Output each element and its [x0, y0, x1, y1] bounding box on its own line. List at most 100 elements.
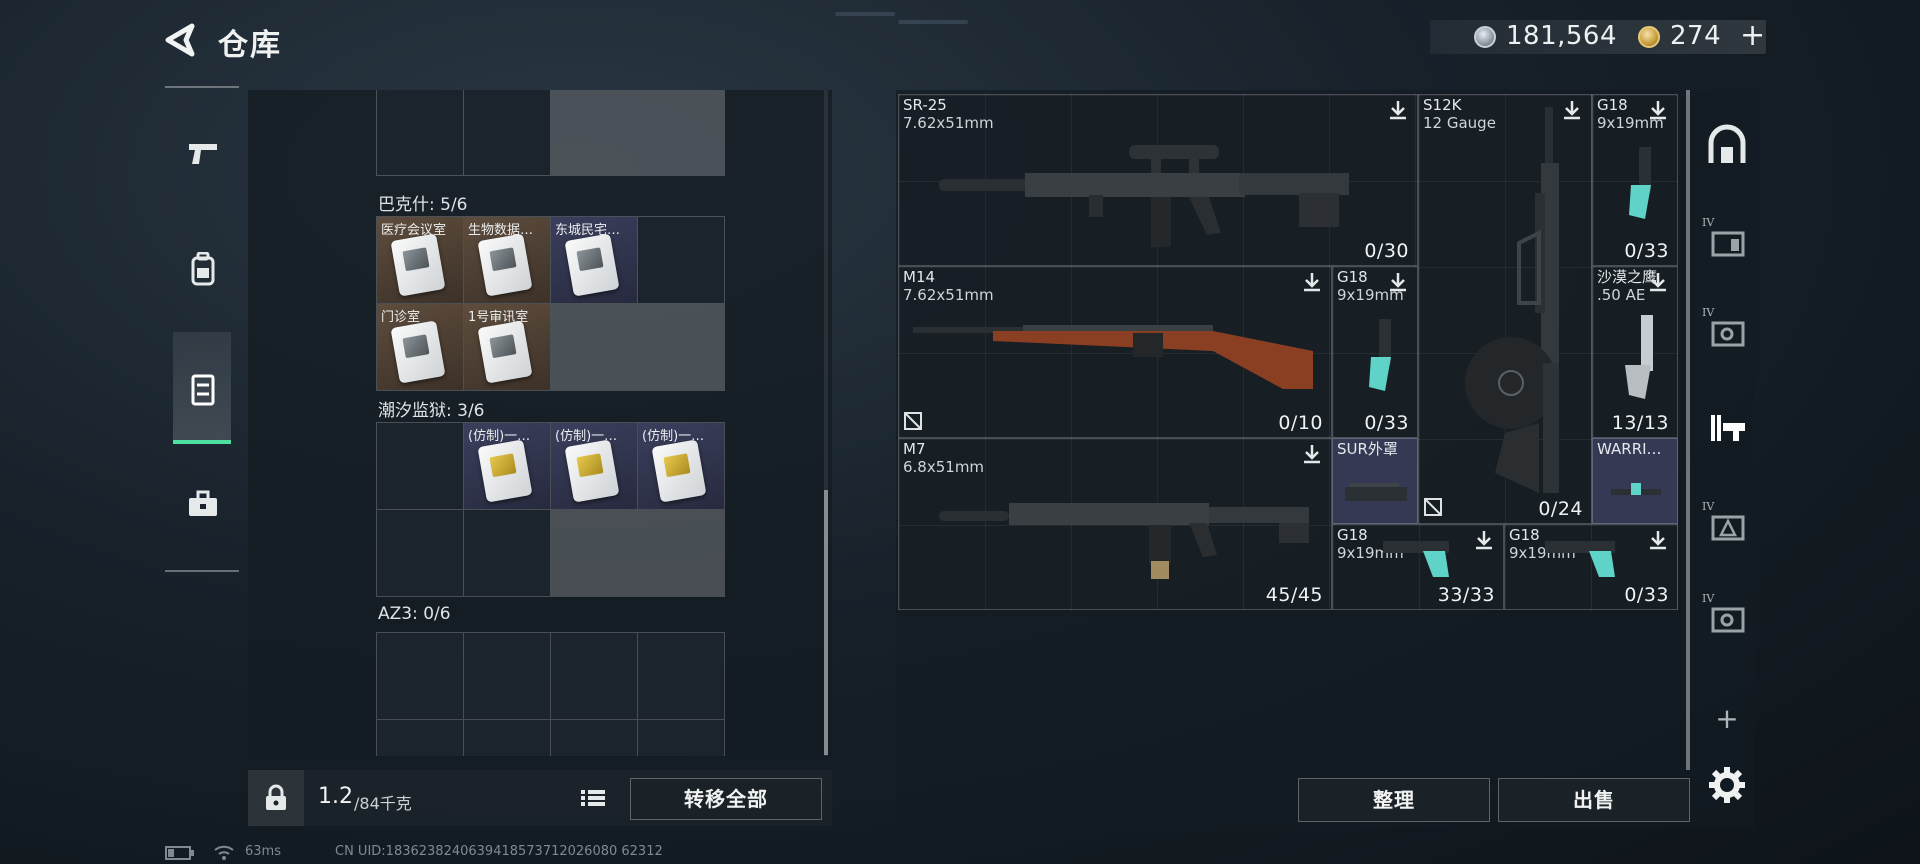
toolbox-icon [189, 490, 217, 516]
weapon-name: G18 [1337, 268, 1368, 286]
empty-slot[interactable] [638, 720, 724, 756]
sr25-rifle-image [939, 145, 1349, 247]
weapon-caliber: 7.62x51mm [903, 286, 994, 304]
weapon-name: M14 [903, 268, 936, 286]
keycard-icon [564, 439, 620, 503]
s12k-shotgun-image [1465, 107, 1559, 493]
attachment-name: WARRI… [1597, 440, 1662, 458]
weapon-slot-desert-eagle[interactable]: 沙漠之鹰 .50 AE 13/13 [1592, 266, 1678, 438]
add-currency-button[interactable]: + [1740, 18, 1765, 53]
weapon-slot-g18[interactable]: G18 9x19mm 33/33 [1332, 524, 1504, 610]
keycard-slot[interactable]: 生物数据… [464, 217, 550, 303]
weapon-slot-m7[interactable]: M7 6.8x51mm 45/45 [898, 438, 1332, 610]
user-uid: CN UID:1836238240639418573712026080 6231… [335, 844, 663, 859]
gear-icon [1709, 767, 1745, 803]
attachment-slot-warrior[interactable]: WARRI… [1592, 438, 1678, 524]
weapon-slot-s12k[interactable]: S12K 12 Gauge 0/24 [1418, 94, 1592, 524]
download-icon[interactable] [1647, 529, 1669, 551]
empty-slot[interactable] [464, 90, 550, 175]
keycard-slot[interactable]: (仿制)一… [551, 423, 637, 509]
top-header: 仓库 181,564 274 + [0, 0, 1920, 80]
tab-expansion-4[interactable]: IV [1700, 590, 1754, 644]
attachment-image [1611, 483, 1661, 495]
attachment-name: SUR外罩 [1337, 440, 1398, 458]
key-grid [376, 632, 725, 756]
weapon-slot-g18[interactable]: G18 9x19mm 0/33 [1332, 266, 1418, 438]
weapon-slot-sr25[interactable]: SR-25 7.62x51mm 0/30 [898, 94, 1418, 266]
weapon-slot-g18[interactable]: G18 9x19mm 0/33 [1592, 94, 1678, 266]
backpack-scrollbar[interactable] [1686, 90, 1690, 770]
download-icon[interactable] [1473, 529, 1495, 551]
no-mod-icon [904, 412, 922, 430]
safe-icon [1711, 607, 1745, 633]
download-icon[interactable] [1647, 99, 1669, 121]
lock-button[interactable] [248, 770, 304, 826]
empty-slot[interactable] [464, 720, 550, 756]
weapon-slot-g18[interactable]: G18 9x19mm 0/33 [1504, 524, 1678, 610]
category-storage[interactable] [173, 332, 231, 444]
weapon-ammo: 45/45 [1265, 584, 1323, 606]
keycard-slot[interactable]: 门诊室 [377, 304, 463, 390]
m7-rifle-image [939, 503, 1309, 579]
download-icon[interactable] [1301, 271, 1323, 293]
empty-slot[interactable] [464, 510, 550, 596]
storage-scroll-area[interactable]: 巴克什: 5/6 医疗会议室 生物数据… 东城民宅… 门诊室 1号审讯室 潮汐监… [248, 90, 832, 756]
keycard-slot[interactable]: 医疗会议室 [377, 217, 463, 303]
download-icon[interactable] [1301, 443, 1323, 465]
category-toolbox[interactable] [173, 450, 231, 562]
empty-slot[interactable] [377, 423, 463, 509]
g18-pistol-image [1383, 541, 1449, 577]
tab-expansion-2[interactable]: IV [1700, 304, 1754, 358]
empty-slot[interactable] [377, 90, 463, 175]
tab-expansion-3[interactable]: IV [1700, 498, 1754, 552]
page-title: 仓库 [218, 28, 282, 63]
backpack-panel: SR-25 7.62x51mm 0/30 S12K 12 Gauge 0/24 … [896, 90, 1754, 828]
category-firearms[interactable] [173, 98, 231, 210]
keycard-slot[interactable]: (仿制)一… [464, 423, 550, 509]
section-title: AZ3: 0/6 [378, 604, 451, 624]
ping-value: 63ms [245, 844, 281, 859]
storage-scrollbar-thumb[interactable] [824, 490, 828, 755]
settings-button[interactable] [1700, 758, 1754, 812]
storage-grid-partial [376, 90, 725, 176]
add-tab-button[interactable]: + [1700, 692, 1754, 746]
download-icon[interactable] [1387, 99, 1409, 121]
currency-bar: 181,564 274 + [1430, 18, 1766, 54]
empty-slot[interactable] [464, 633, 550, 719]
empty-slot[interactable] [551, 720, 637, 756]
keycard-icon [477, 320, 533, 384]
keycard-slot[interactable]: 东城民宅… [551, 217, 637, 303]
weapon-name: G18 [1597, 96, 1628, 114]
tab-main-storage[interactable] [1700, 118, 1754, 172]
g18-pistol-image [1545, 541, 1615, 577]
tab-expansion-1[interactable]: IV [1700, 214, 1754, 268]
attachment-slot-sur[interactable]: SUR外罩 [1332, 438, 1418, 524]
key-grid: 医疗会议室 生物数据… 东城民宅… 门诊室 1号审讯室 [376, 216, 725, 391]
empty-slot[interactable] [377, 510, 463, 596]
list-view-button[interactable] [578, 784, 608, 812]
sell-button[interactable]: 出售 [1498, 778, 1690, 822]
weight-limit: /84千克 [354, 794, 412, 813]
category-backpack[interactable] [173, 212, 231, 324]
empty-slot[interactable] [377, 633, 463, 719]
tab-weapon-rack[interactable] [1700, 400, 1754, 454]
sort-button[interactable]: 整理 [1298, 778, 1490, 822]
empty-slot[interactable] [551, 633, 637, 719]
empty-slot[interactable] [638, 217, 724, 303]
hazard-case-icon [1711, 515, 1745, 541]
weapon-ammo: 0/33 [1364, 412, 1409, 434]
download-icon[interactable] [1387, 271, 1409, 293]
empty-slot[interactable] [377, 720, 463, 756]
weapon-slot-m14[interactable]: M14 7.62x51mm 0/10 [898, 266, 1332, 438]
keycard-slot[interactable]: (仿制)一… [638, 423, 724, 509]
status-bar: 63ms CN UID:1836238240639418573712026080… [165, 844, 865, 862]
g18-pistol-image [1629, 147, 1651, 219]
weapon-ammo: 0/33 [1624, 584, 1669, 606]
empty-slot[interactable] [638, 633, 724, 719]
back-button[interactable] [162, 20, 202, 60]
weapon-rack-icon [1711, 415, 1745, 441]
transfer-all-button[interactable]: 转移全部 [630, 778, 822, 820]
battery-icon [165, 846, 194, 860]
keycard-slot[interactable]: 1号审讯室 [464, 304, 550, 390]
download-icon[interactable] [1647, 271, 1669, 293]
